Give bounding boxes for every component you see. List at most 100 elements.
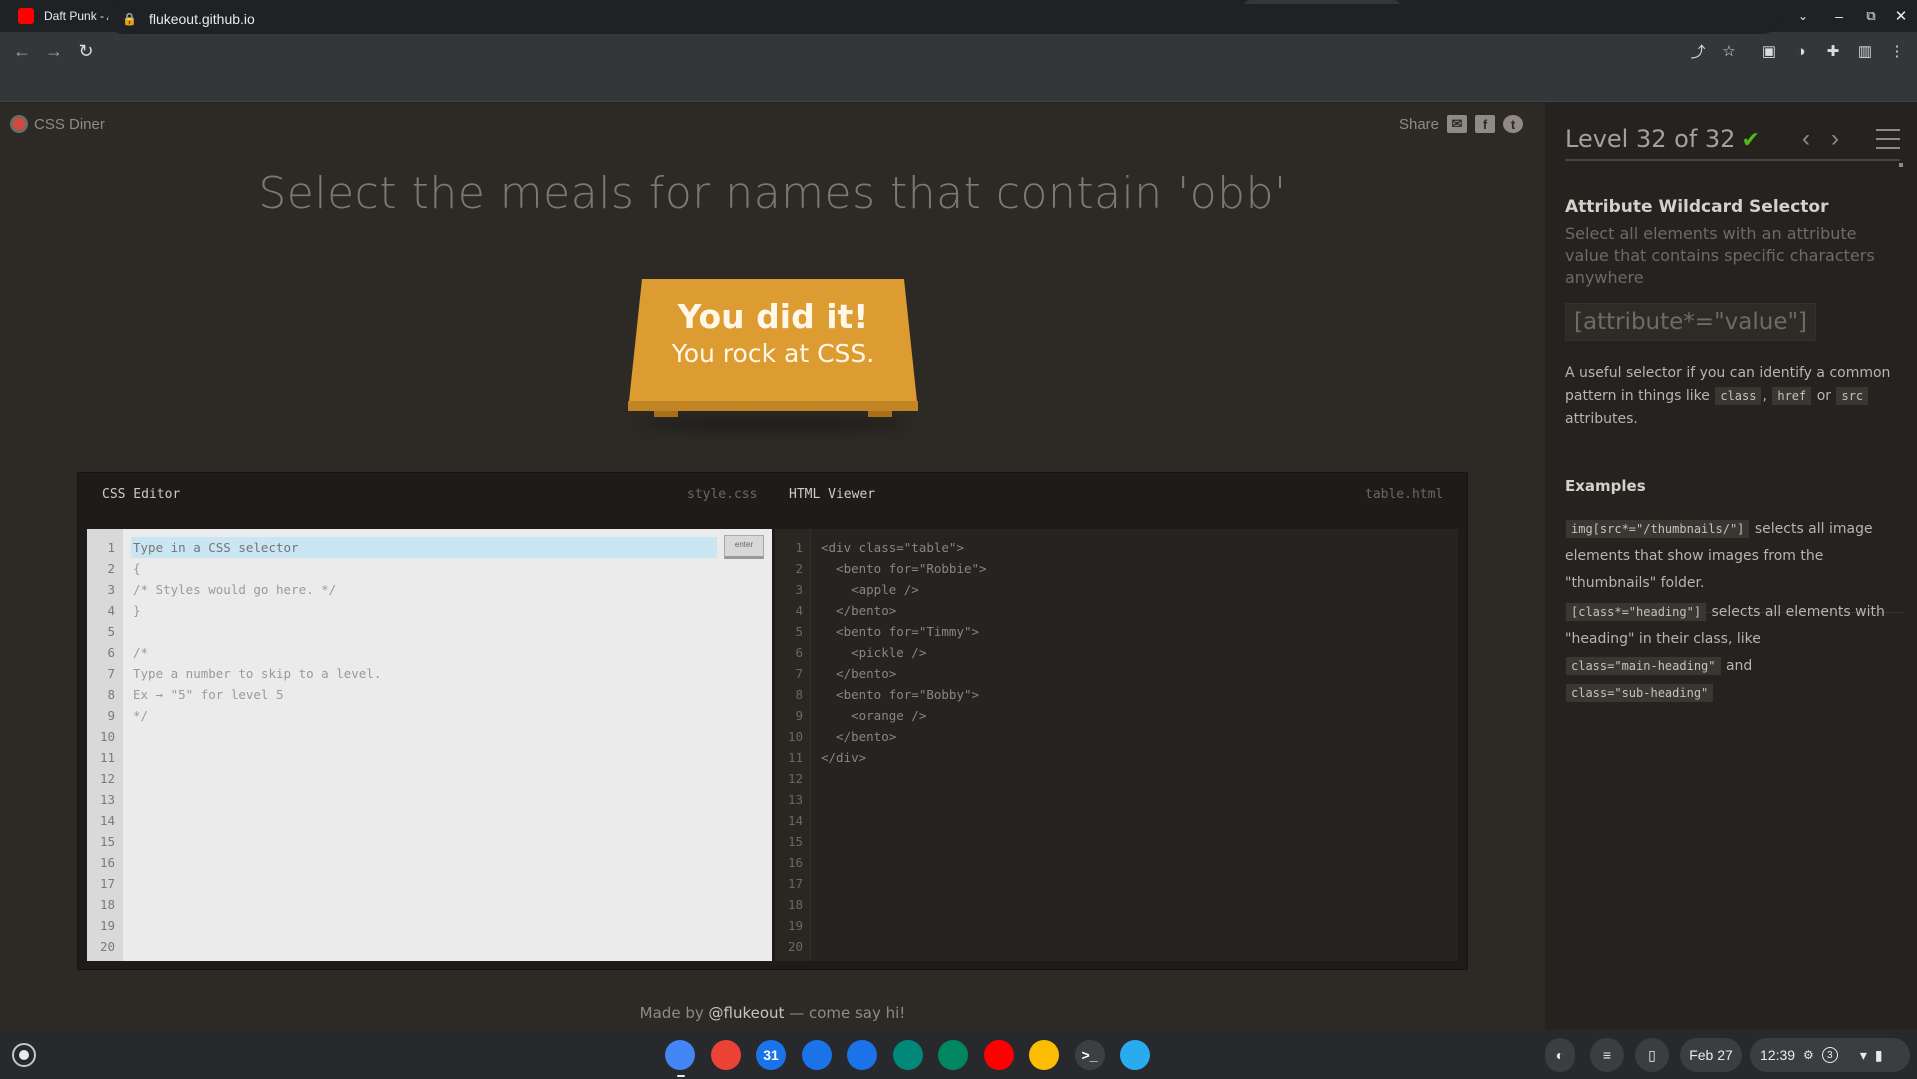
- line-number: 18: [99, 897, 115, 912]
- tab-search-button[interactable]: ⌄: [1788, 0, 1818, 32]
- line-number: 6: [107, 645, 115, 660]
- meet-app-icon[interactable]: [892, 1040, 923, 1070]
- footer: Made by @flukeout — come say hi!: [0, 1004, 1545, 1022]
- footer-link[interactable]: @flukeout: [709, 1004, 785, 1022]
- play-store-app-icon[interactable]: [938, 1040, 968, 1070]
- logo-icon: [10, 115, 28, 133]
- share-page-icon[interactable]: ⤴: [1687, 40, 1709, 62]
- bookmark-star-icon[interactable]: ☆: [1718, 40, 1740, 62]
- twitter-icon[interactable]: t: [1503, 115, 1523, 133]
- html-code-line[interactable]: <pickle />: [821, 642, 926, 663]
- extension-icon[interactable]: ▣: [1758, 40, 1780, 62]
- close-window-button[interactable]: ✕: [1886, 0, 1916, 32]
- side-panel-icon[interactable]: ▥: [1854, 40, 1876, 62]
- back-button[interactable]: ←: [6, 35, 38, 67]
- previous-level-button[interactable]: ‹: [1802, 125, 1810, 153]
- menu-dots-icon[interactable]: ⋮: [1886, 40, 1908, 62]
- line-number: 17: [99, 876, 115, 891]
- launcher-button[interactable]: [12, 1043, 36, 1067]
- line-number: 6: [795, 645, 803, 660]
- line-number: 3: [795, 582, 803, 597]
- html-code-line[interactable]: <bento for="Timmy">: [821, 621, 979, 642]
- email-icon[interactable]: ✉: [1447, 115, 1467, 133]
- line-number: 4: [107, 603, 115, 618]
- editor-panel: CSS Editor style.css HTML Viewer table.h…: [77, 472, 1468, 970]
- win-table: You did it! You rock at CSS.: [628, 279, 918, 433]
- html-code-line[interactable]: </bento>: [821, 726, 896, 747]
- line-number: 19: [99, 918, 115, 933]
- css-editor: enter 1234567891011121314151617181920{/*…: [87, 529, 772, 961]
- css-code-line: {: [133, 561, 141, 576]
- share-bar: Share ✉ f t: [1399, 115, 1523, 133]
- pod-icon[interactable]: ◐: [1545, 1038, 1575, 1072]
- line-number: 19: [787, 918, 803, 933]
- html-code-line[interactable]: <bento for="Bobby">: [821, 684, 979, 705]
- selector-hint: A useful selector if you can identify a …: [1565, 362, 1905, 431]
- facebook-icon[interactable]: f: [1475, 115, 1495, 133]
- line-number: 2: [107, 561, 115, 576]
- phone-hub-icon[interactable]: ▯: [1635, 1038, 1669, 1072]
- tab-title: Daft Punk - ALIVE2: [44, 9, 116, 23]
- html-code-line[interactable]: <apple />: [821, 579, 919, 600]
- examples-title: Examples: [1565, 477, 1646, 495]
- next-level-button[interactable]: ›: [1831, 125, 1839, 153]
- status-tray[interactable]: 12:39 ⚙ 3 ▾ ▮: [1750, 1038, 1910, 1072]
- clock-text: 12:39: [1760, 1047, 1796, 1063]
- bookmark-bar: [0, 70, 1917, 102]
- terminal-app-icon[interactable]: >_: [1074, 1040, 1105, 1070]
- extension-color-icon[interactable]: ◑: [1790, 40, 1812, 62]
- minimize-icon: –: [1835, 8, 1843, 24]
- hint-text: or: [1812, 388, 1836, 404]
- line-number: 5: [795, 624, 803, 639]
- css-code-line: /*: [133, 645, 149, 660]
- win-subtitle: You rock at CSS.: [671, 339, 875, 368]
- html-code-line[interactable]: <div class="table">: [821, 537, 964, 558]
- chrome-app-icon[interactable]: [665, 1040, 695, 1070]
- html-code-line[interactable]: </bento>: [821, 600, 896, 621]
- reload-icon: ↻: [78, 40, 94, 61]
- menu-line: [1876, 138, 1900, 140]
- line-number: 5: [107, 624, 115, 639]
- files-app-icon[interactable]: [801, 1040, 832, 1070]
- table-leg: [654, 411, 678, 417]
- minimize-button[interactable]: –: [1824, 0, 1854, 32]
- game-area: CSS Diner Share ✉ f t Select the meals f…: [0, 103, 1545, 1030]
- code-tag: img[src*="/thumbnails/"]: [1566, 520, 1750, 538]
- puzzle-icon[interactable]: ✚: [1822, 40, 1844, 62]
- forward-button[interactable]: →: [38, 35, 70, 67]
- reload-button[interactable]: ↻: [70, 35, 102, 67]
- line-number: 4: [795, 603, 803, 618]
- html-code-line[interactable]: </div>: [821, 747, 866, 768]
- progress-indicator: [1899, 163, 1903, 167]
- lock-icon: 🔒: [122, 12, 137, 26]
- telegram-app-icon[interactable]: [1120, 1040, 1150, 1070]
- line-number: 1: [795, 540, 803, 555]
- notes-icon[interactable]: ≡: [1590, 1038, 1624, 1072]
- messages-app-icon[interactable]: [847, 1040, 877, 1070]
- gmail-app-icon[interactable]: [710, 1040, 741, 1070]
- html-code-line[interactable]: </bento>: [821, 663, 896, 684]
- restore-button[interactable]: ⧉: [1856, 0, 1886, 32]
- date-tray[interactable]: Feb 27: [1680, 1038, 1742, 1072]
- css-filename: style.css: [687, 487, 758, 502]
- css-selector-input[interactable]: [131, 537, 717, 558]
- html-code-line[interactable]: <orange />: [821, 705, 926, 726]
- youtube-app-icon[interactable]: [983, 1040, 1014, 1070]
- line-number: 12: [99, 771, 115, 786]
- logo[interactable]: CSS Diner: [10, 115, 105, 133]
- line-number: 9: [107, 708, 115, 723]
- enter-button[interactable]: enter: [724, 535, 764, 559]
- chevron-right-icon: ›: [1831, 125, 1839, 152]
- calendar-app-icon[interactable]: 31: [756, 1040, 786, 1070]
- line-number: 12: [787, 771, 803, 786]
- address-bar[interactable]: 🔒 flukeout.github.io: [108, 4, 1778, 34]
- example-2: [class*="heading"] selects all elements …: [1565, 599, 1905, 707]
- win-title: You did it!: [677, 297, 869, 336]
- html-code-line[interactable]: <bento for="Robbie">: [821, 558, 987, 579]
- line-number: 10: [787, 729, 803, 744]
- level-menu-button[interactable]: [1876, 129, 1900, 156]
- code-tag: class: [1715, 387, 1762, 405]
- table-shadow: [638, 415, 908, 433]
- level-title[interactable]: Level 32 of 32 ✔: [1565, 125, 1760, 153]
- photos-app-icon[interactable]: [1029, 1040, 1059, 1070]
